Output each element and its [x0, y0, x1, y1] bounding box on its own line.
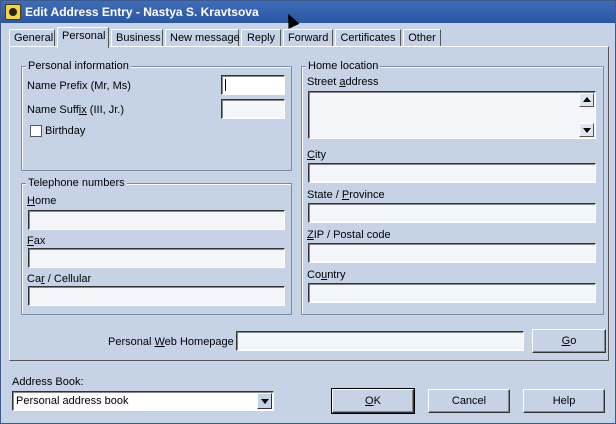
text-caret: [225, 79, 226, 91]
name-prefix-label-text: Name Prefix (Mr, Ms): [27, 80, 131, 92]
fax-label-accel: F: [27, 235, 34, 247]
cancel-button[interactable]: Cancel: [428, 389, 510, 413]
personal-information-legend: Personal information: [26, 60, 131, 72]
street-address-textarea[interactable]: [308, 91, 596, 139]
name-prefix-input[interactable]: [221, 75, 285, 95]
tab-new-message[interactable]: New message: [165, 29, 240, 47]
country-label-a: Co: [307, 269, 322, 281]
web-homepage-label: Personal Web Homepage: [108, 336, 234, 348]
name-suffix-label-b: (III, Jr.): [86, 104, 125, 116]
country-label: Country: [307, 269, 346, 281]
car-cellular-input[interactable]: [28, 286, 285, 306]
go-button[interactable]: Go: [532, 329, 606, 353]
car-cellular-label-a: Ca: [27, 273, 42, 285]
birthday-label[interactable]: Birthday: [45, 125, 85, 137]
web-homepage-label-a: Personal: [108, 336, 155, 348]
personal-information-group: Personal information Name Prefix (Mr, Ms…: [21, 60, 292, 171]
car-cellular-label: Car / Cellular: [27, 273, 91, 285]
home-phone-label-accel: H: [27, 195, 35, 207]
address-book-value: Personal address book: [16, 395, 129, 407]
tab-business[interactable]: Business: [111, 29, 163, 47]
tab-reply[interactable]: Reply: [241, 29, 281, 47]
city-input[interactable]: [308, 163, 596, 183]
name-suffix-label: Name Suffix (III, Jr.): [27, 104, 124, 116]
city-label-accel: C: [307, 149, 315, 161]
car-cellular-label-b: / Cellular: [44, 273, 92, 285]
tab-personal[interactable]: Personal: [57, 27, 109, 48]
street-address-label-a: Street: [307, 76, 340, 88]
tab-general[interactable]: General: [9, 29, 55, 47]
title-bar[interactable]: Edit Address Entry - Nastya S. Kravtsova: [1, 1, 615, 23]
fax-label-rest: ax: [33, 235, 46, 247]
state-province-input[interactable]: [308, 203, 596, 223]
country-input[interactable]: [308, 283, 596, 303]
fax-input[interactable]: [28, 248, 285, 268]
city-label: City: [307, 149, 326, 161]
zip-postal-label: ZIP / Postal code: [307, 229, 391, 241]
window-title: Edit Address Entry - Nastya S. Kravtsova: [25, 5, 259, 19]
tab-forward[interactable]: Forward: [283, 29, 333, 47]
address-book-select[interactable]: Personal address book: [12, 391, 274, 411]
ok-button-accel: O: [365, 395, 374, 407]
city-label-rest: ity: [314, 149, 326, 161]
go-button-accel: G: [561, 335, 571, 347]
state-province-label-a: State /: [307, 189, 342, 201]
web-homepage-label-b: eb Homepage: [164, 336, 234, 348]
name-suffix-label-a: Name Suff: [27, 104, 79, 116]
state-province-label-b: rovince: [349, 189, 385, 201]
country-label-b: ntry: [327, 269, 346, 281]
address-book-icon: [5, 4, 21, 20]
home-phone-input[interactable]: [28, 210, 285, 230]
telephone-numbers-legend: Telephone numbers: [26, 177, 127, 189]
street-address-label-b: ddress: [345, 76, 379, 88]
web-homepage-input[interactable]: [236, 331, 524, 351]
scroll-up-arrow-icon[interactable]: [579, 93, 594, 107]
fax-label: Fax: [27, 235, 45, 247]
address-book-label: Address Book:: [12, 376, 84, 388]
go-button-rest: o: [570, 335, 577, 347]
home-location-legend: Home location: [306, 60, 381, 72]
help-button[interactable]: Help: [523, 389, 605, 413]
birthday-checkbox[interactable]: [30, 125, 42, 137]
scroll-down-arrow-icon[interactable]: [579, 123, 594, 137]
home-location-group: Home location Street address City State …: [301, 60, 604, 315]
tab-certificates[interactable]: Certificates: [335, 29, 401, 47]
ok-button-rest: K: [373, 395, 381, 407]
street-address-label: Street address: [307, 76, 379, 88]
web-homepage-label-accel: W: [154, 336, 165, 348]
home-phone-label: Home: [27, 195, 56, 207]
name-prefix-label: Name Prefix (Mr, Ms): [27, 80, 131, 92]
zip-postal-input[interactable]: [308, 243, 596, 263]
telephone-numbers-group: Telephone numbers Home Fax Car / Cellula…: [21, 177, 292, 315]
name-suffix-label-accel: ix: [78, 104, 87, 116]
zip-postal-label-accel: Z: [307, 229, 314, 241]
home-phone-label-rest: ome: [34, 195, 57, 207]
state-province-label: State / Province: [307, 189, 385, 201]
chevron-down-icon[interactable]: [257, 393, 272, 409]
dialog-window: Edit Address Entry - Nastya S. Kravtsova…: [0, 0, 616, 424]
tab-other[interactable]: Other: [403, 29, 441, 47]
ok-button[interactable]: OK: [331, 388, 415, 414]
zip-postal-label-rest: IP / Postal code: [313, 229, 391, 241]
personal-tab-panel: Personal information Name Prefix (Mr, Ms…: [9, 46, 609, 361]
name-suffix-input[interactable]: [221, 99, 285, 119]
